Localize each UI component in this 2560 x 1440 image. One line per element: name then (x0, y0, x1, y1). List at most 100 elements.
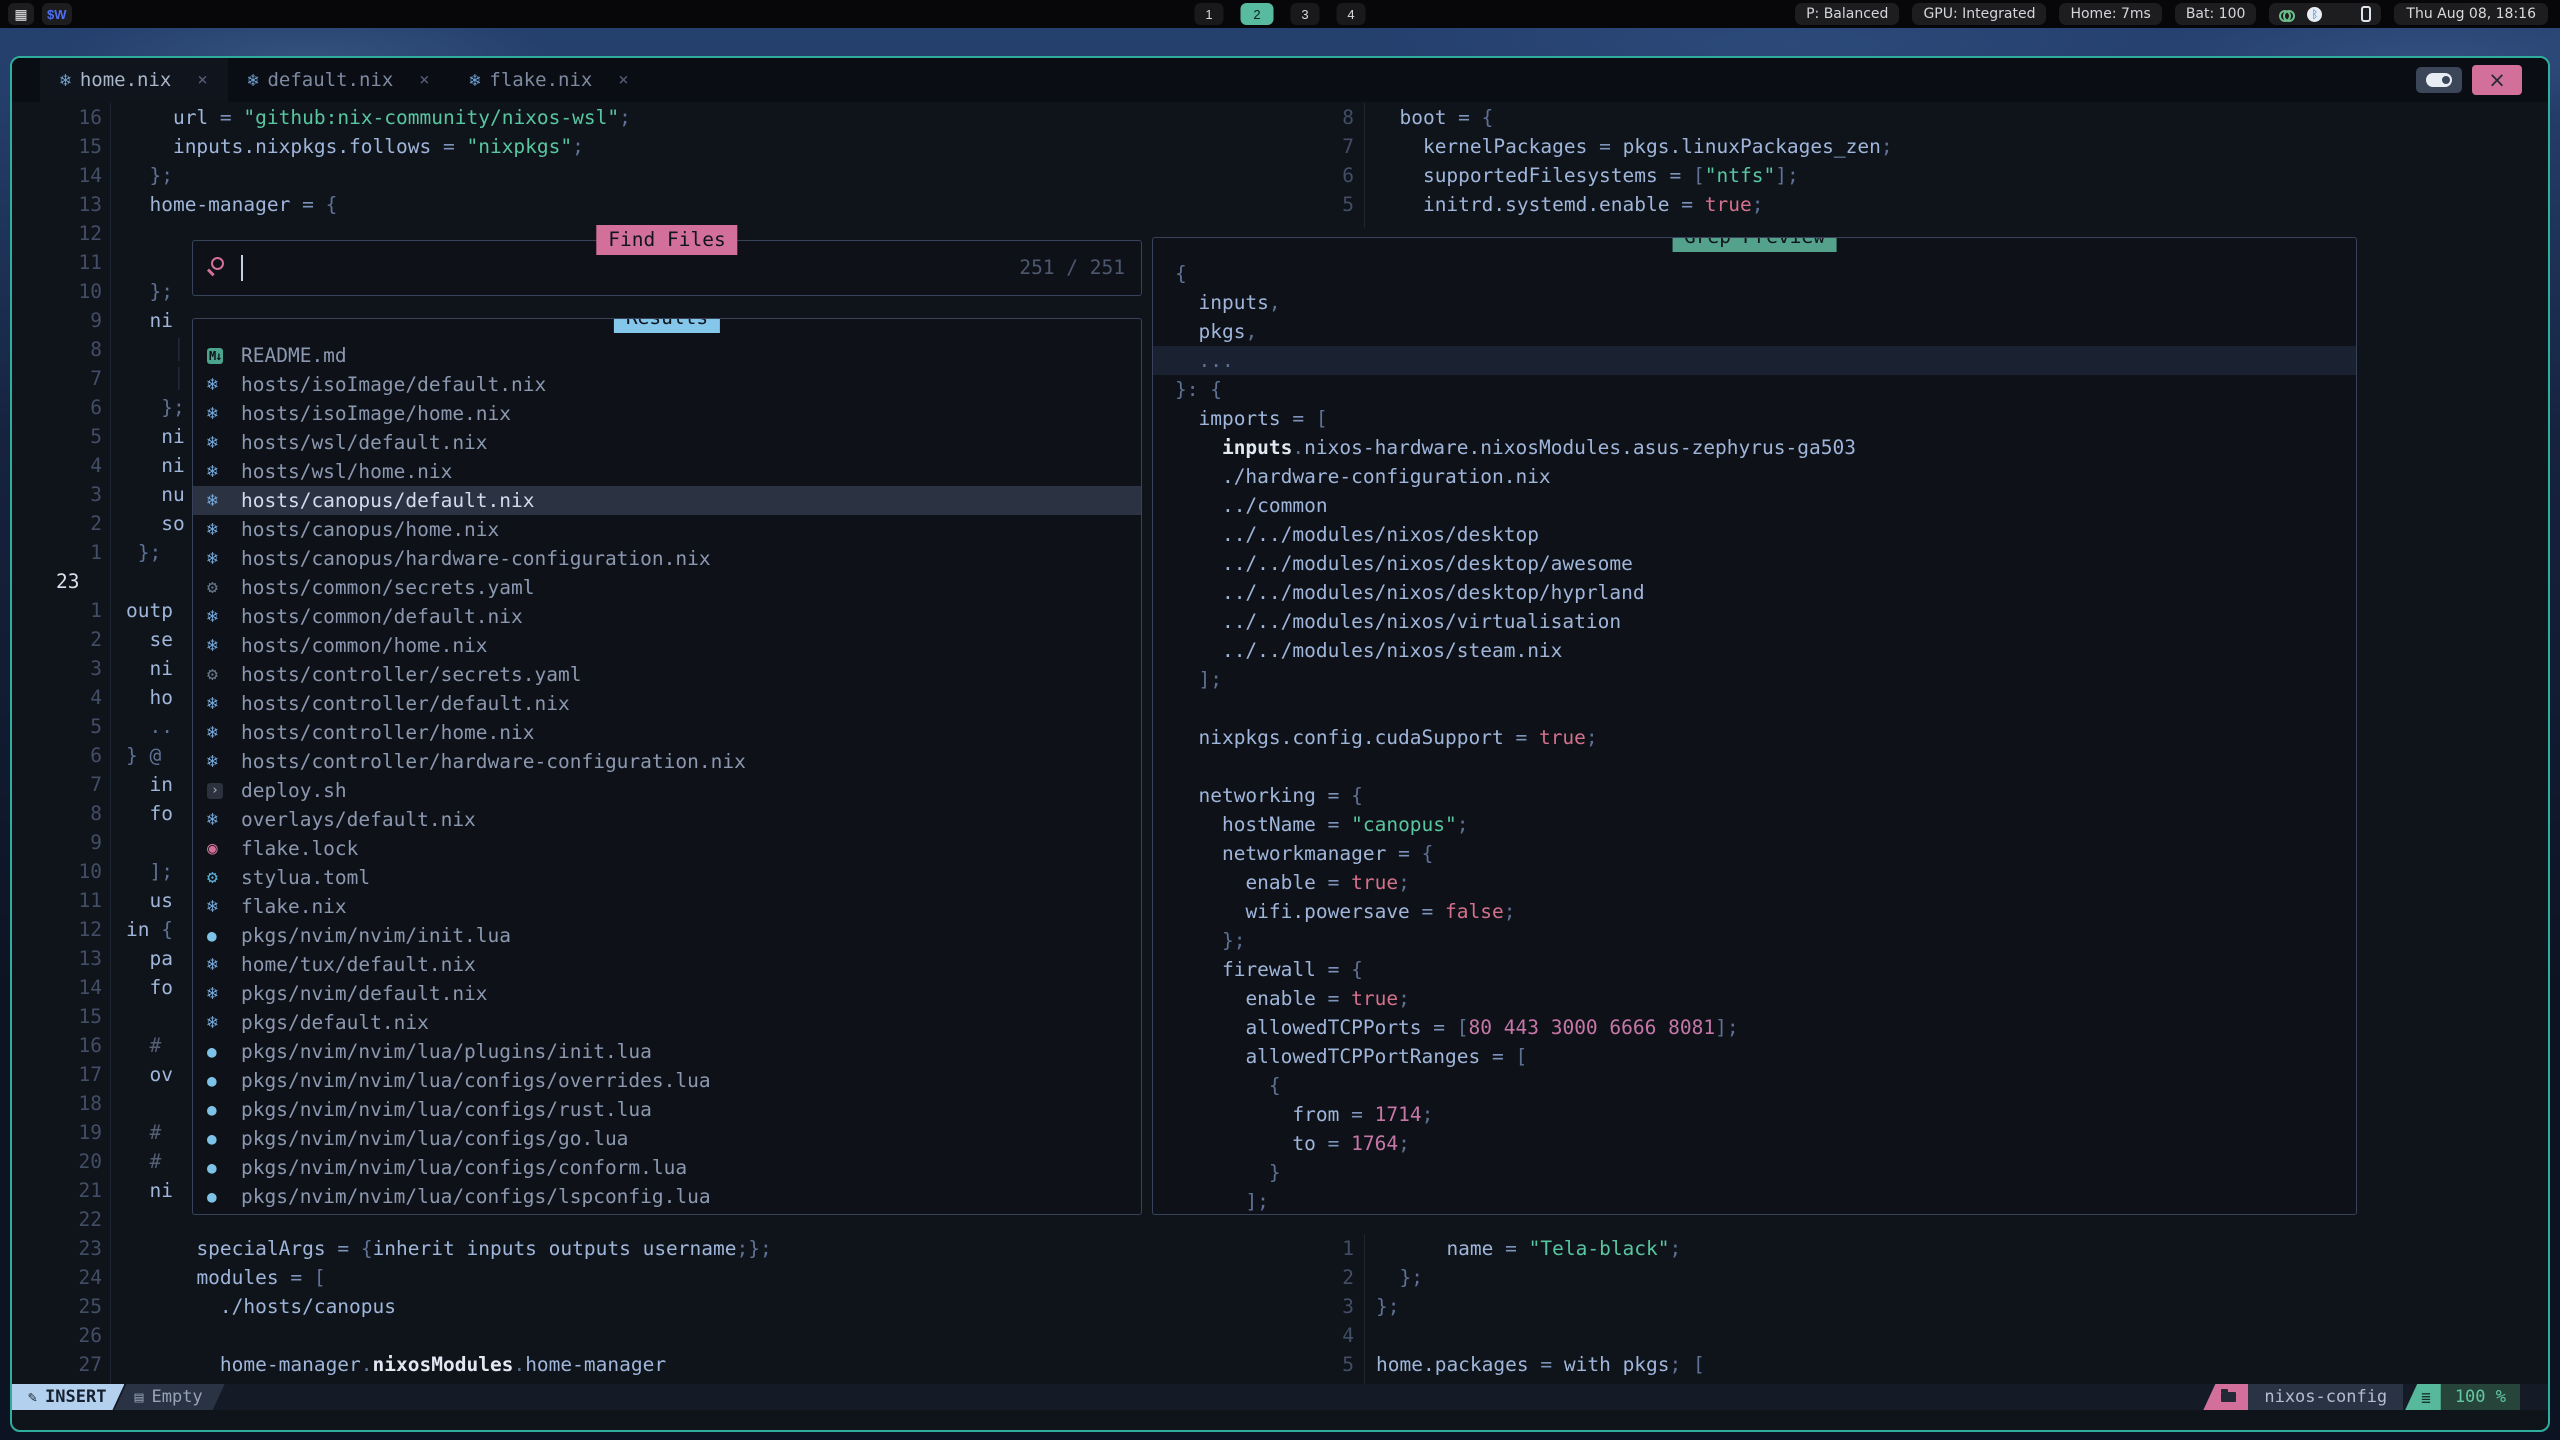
network-icon[interactable] (2279, 9, 2295, 19)
topbar-module: GPU: Integrated (1912, 3, 2046, 25)
result-item[interactable]: ❄home/tux/default.nix (193, 950, 1141, 979)
line-number: 26 (42, 1321, 102, 1350)
code-line: 14}; (42, 161, 772, 190)
tab-list: ❄home.nix×❄default.nix×❄flake.nix× (40, 58, 649, 102)
lua-icon: ● (207, 926, 237, 945)
result-item[interactable]: ⚙hosts/common/secrets.yaml (193, 573, 1141, 602)
preview-line: ]; (1153, 1187, 2356, 1215)
tab-flake.nix[interactable]: ❄flake.nix× (450, 58, 649, 102)
result-item[interactable]: ❄hosts/controller/hardware-configuration… (193, 747, 1141, 776)
phone-icon[interactable] (2361, 6, 2371, 22)
tab-close-icon[interactable]: × (419, 70, 429, 90)
line-number: 24 (42, 1263, 102, 1292)
editor-right-top[interactable]: 8boot = {7kernelPackages = pkgs.linuxPac… (1292, 103, 1893, 219)
result-filename: hosts/isoImage/default.nix (241, 373, 546, 396)
result-filename: hosts/isoImage/home.nix (241, 402, 511, 425)
line-number: 3 (1292, 1292, 1354, 1321)
result-item[interactable]: ❄hosts/canopus/home.nix (193, 515, 1141, 544)
workspace-3[interactable]: 3 (1291, 3, 1320, 25)
preview-line: }: { (1153, 375, 2356, 404)
result-item[interactable]: ●pkgs/nvim/nvim/init.lua (193, 921, 1141, 950)
code-line: 5initrd.systemd.enable = true; (1292, 190, 1893, 219)
result-filename: hosts/wsl/default.nix (241, 431, 488, 454)
topbar-left: ▦ $W (8, 3, 72, 25)
code-line: 6supportedFilesystems = ["ntfs"]; (1292, 161, 1893, 190)
result-filename: hosts/common/default.nix (241, 605, 523, 628)
workspace-4[interactable]: 4 (1337, 3, 1366, 25)
result-item[interactable]: ❄hosts/wsl/home.nix (193, 457, 1141, 486)
line-number: 8 (42, 799, 102, 828)
app-launcher-icon[interactable]: ▦ (8, 3, 34, 25)
result-item[interactable]: ◉flake.lock (193, 834, 1141, 863)
result-item[interactable]: ❄pkgs/default.nix (193, 1008, 1141, 1037)
results-title: Results (614, 318, 720, 333)
workspace-1[interactable]: 1 (1195, 3, 1224, 25)
window-manager-badge[interactable]: $W (42, 3, 72, 25)
result-item[interactable]: ›deploy.sh (193, 776, 1141, 805)
preview-line: ../../modules/nixos/virtualisation (1153, 607, 2356, 636)
line-number: 4 (42, 451, 102, 480)
line-number: 15 (42, 1002, 102, 1031)
result-item[interactable]: M↓README.md (193, 341, 1141, 370)
result-item[interactable]: ●pkgs/nvim/nvim/lua/configs/overrides.lu… (193, 1066, 1141, 1095)
editor-right-bottom[interactable]: 1name = "Tela-black";2};3};45home.packag… (1292, 1234, 1705, 1379)
result-item[interactable]: ❄flake.nix (193, 892, 1141, 921)
line-number: 1 (42, 538, 102, 567)
window-toggle-switch[interactable] (2416, 67, 2462, 93)
result-item[interactable]: ●pkgs/nvim/nvim/lua/configs/conform.lua (193, 1153, 1141, 1182)
preview-line: enable = true; (1153, 984, 2356, 1013)
tab-default.nix[interactable]: ❄default.nix× (228, 58, 450, 102)
result-item[interactable]: ❄hosts/wsl/default.nix (193, 428, 1141, 457)
line-number: 5 (1292, 1350, 1354, 1379)
nix-icon: ❄ (207, 519, 237, 540)
media-icon[interactable] (2334, 7, 2349, 22)
code-line: 16url = "github:nix-community/nixos-wsl"… (42, 103, 772, 132)
result-filename: stylua.toml (241, 866, 370, 889)
line-number: 1 (42, 596, 102, 625)
tab-close-icon[interactable]: × (197, 70, 207, 90)
line-number: 8 (42, 335, 102, 364)
vim-mode-icon: ✎ (28, 1388, 37, 1406)
result-item[interactable]: ❄hosts/isoImage/default.nix (193, 370, 1141, 399)
result-item[interactable]: ⚙hosts/controller/secrets.yaml (193, 660, 1141, 689)
repo-segment[interactable]: nixos-config (2248, 1384, 2403, 1410)
result-item[interactable]: ❄hosts/common/home.nix (193, 631, 1141, 660)
tab-home.nix[interactable]: ❄home.nix× (40, 58, 228, 102)
result-item[interactable]: ⚙stylua.toml (193, 863, 1141, 892)
file-segment: ▤ Empty (114, 1384, 224, 1410)
tab-close-icon[interactable]: × (618, 70, 628, 90)
yaml-icon: ⚙ (207, 664, 237, 685)
workspace-2[interactable]: 2 (1241, 3, 1274, 25)
preview-line: inputs.nixos-hardware.nixosModules.asus-… (1153, 433, 2356, 462)
result-item[interactable]: ❄hosts/canopus/default.nix (193, 486, 1141, 515)
preview-line: ]; (1153, 665, 2356, 694)
bluetooth-icon[interactable] (2307, 7, 2322, 22)
clock[interactable]: Thu Aug 08, 18:16 (2394, 3, 2548, 25)
window-close-button[interactable]: × (2472, 65, 2522, 95)
code-line: 3}; (1292, 1292, 1705, 1321)
result-item[interactable]: ❄hosts/controller/default.nix (193, 689, 1141, 718)
result-item[interactable]: ❄hosts/canopus/hardware-configuration.ni… (193, 544, 1141, 573)
result-item[interactable]: ●pkgs/nvim/nvim/lua/configs/rust.lua (193, 1095, 1141, 1124)
result-filename: pkgs/default.nix (241, 1011, 429, 1034)
code-line: 4 (1292, 1321, 1705, 1350)
result-item[interactable]: ●pkgs/nvim/nvim/lua/configs/go.lua (193, 1124, 1141, 1153)
result-filename: overlays/default.nix (241, 808, 476, 831)
result-item[interactable]: ●pkgs/nvim/nvim/lua/configs/lspconfig.lu… (193, 1182, 1141, 1211)
lines-segment: ≣ (2405, 1384, 2441, 1410)
line-number: 6 (42, 741, 102, 770)
result-item[interactable]: ❄hosts/controller/home.nix (193, 718, 1141, 747)
preview-line: hostName = "canopus"; (1153, 810, 2356, 839)
code-line: 23specialArgs = {inherit inputs outputs … (42, 1234, 772, 1263)
find-files-prompt[interactable]: Find Files 251 / 251 (192, 240, 1142, 296)
result-item[interactable]: ❄pkgs/nvim/default.nix (193, 979, 1141, 1008)
result-item[interactable]: ❄hosts/isoImage/home.nix (193, 399, 1141, 428)
result-item[interactable]: ●pkgs/nvim/nvim/lua/plugins/init.lua (193, 1037, 1141, 1066)
result-item[interactable]: ❄overlays/default.nix (193, 805, 1141, 834)
line-number: 20 (42, 1147, 102, 1176)
topbar-modules: P: BalancedGPU: IntegratedHome: 7msBat: … (1795, 3, 2256, 25)
lua-icon: ● (207, 1158, 237, 1177)
line-number: 9 (42, 306, 102, 335)
result-item[interactable]: ❄hosts/common/default.nix (193, 602, 1141, 631)
code-line: 1name = "Tela-black"; (1292, 1234, 1705, 1263)
